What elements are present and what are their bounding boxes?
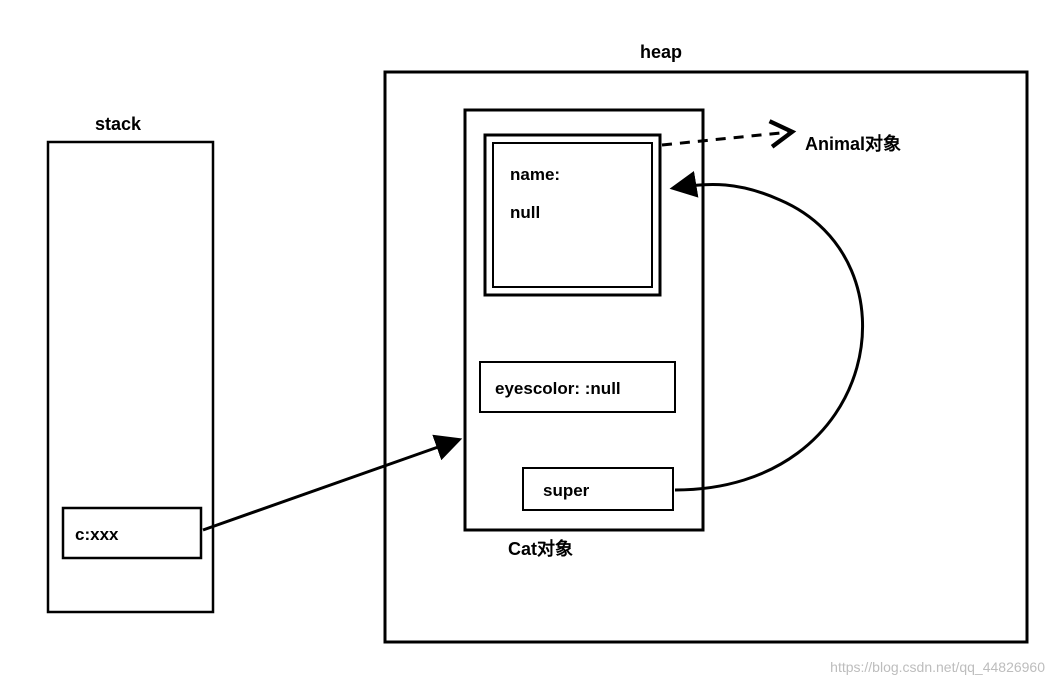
stack-box <box>48 142 213 612</box>
stack-var-text: c:xxx <box>75 525 119 544</box>
cat-object-label: Cat对象 <box>508 538 573 559</box>
memory-diagram: stack c:xxx heap name: null eyescolor: :… <box>0 0 1060 683</box>
eyescolor-text: eyescolor: :null <box>495 379 621 398</box>
arrow-stack-to-cat <box>203 440 458 530</box>
stack-label: stack <box>95 114 142 134</box>
animal-object-label: Animal对象 <box>805 133 901 154</box>
watermark: https://blog.csdn.net/qq_44826960 <box>830 659 1045 675</box>
heap-label: heap <box>640 42 682 62</box>
name-value: null <box>510 203 540 222</box>
name-field-label: name: <box>510 165 560 184</box>
heap-box <box>385 72 1027 642</box>
arrow-name-to-animal <box>662 132 790 145</box>
super-text: super <box>543 481 590 500</box>
